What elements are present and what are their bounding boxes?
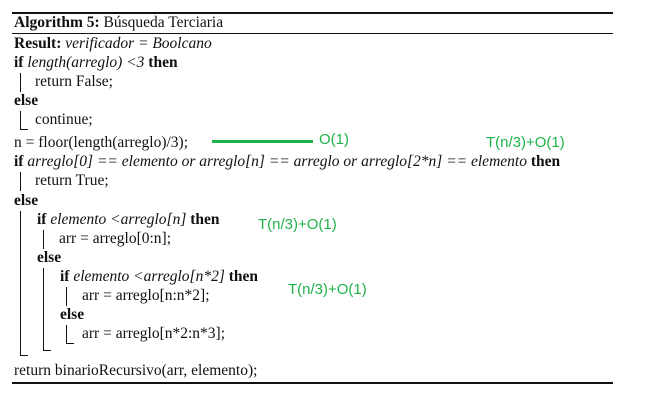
if-elemento2-condition: elemento <arreglo[n*2]: [73, 268, 225, 285]
then-keyword: then: [148, 54, 178, 71]
annotation-t3: T(n/3)+O(1): [288, 281, 367, 298]
block-bar: [20, 211, 21, 356]
if-keyword: if: [60, 268, 70, 285]
if-length-condition: length(arreglo) <3: [27, 54, 145, 71]
if-keyword: if: [14, 54, 24, 71]
if-keyword: if: [37, 211, 47, 228]
arr-assign-1: arr = arreglo[0:n];: [59, 230, 172, 247]
else-keyword: else: [14, 192, 39, 209]
if-length-line: if length(arreglo) <3 then: [14, 54, 178, 72]
block-bar: [20, 172, 21, 191]
else-keyword: else: [37, 249, 62, 266]
annotation-t1: T(n/3)+O(1): [486, 134, 565, 151]
algorithm-header: Algorithm 5: Búsqueda Terciaria: [14, 14, 223, 32]
then-keyword: then: [530, 153, 561, 170]
result-line: Result: verificador = Boolcano: [14, 35, 212, 53]
block-bar: [20, 111, 21, 130]
else-keyword: else: [60, 306, 85, 323]
annotation-arrow: [212, 140, 313, 143]
return-true-line: return True;: [35, 172, 109, 189]
if-elemento-line: if elemento <arreglo[n] then: [37, 211, 220, 229]
continue-line: continue;: [35, 111, 93, 128]
block-end: [43, 350, 51, 351]
return-false-line: return False;: [35, 73, 113, 90]
block-bar: [43, 230, 44, 249]
arr-assign-3: arr = arreglo[n*2:n*3];: [82, 325, 226, 342]
if-keyword: if: [14, 153, 24, 170]
return-recursive-line: return binarioRecursivo(arr, elemento);: [14, 362, 258, 379]
then-keyword: then: [228, 268, 259, 285]
block-bar: [66, 325, 67, 344]
block-end: [20, 355, 28, 356]
then-keyword: then: [190, 211, 220, 228]
if-arreglo-condition: arreglo[0] == elemento or arreglo[n] == …: [27, 153, 527, 170]
result-body: verificador = Boolcano: [65, 35, 212, 52]
bottom-rule: [12, 382, 613, 384]
else-keyword: else: [14, 92, 39, 109]
block-bar: [66, 287, 67, 306]
block-bar: [43, 268, 44, 351]
algorithm-title: Búsqueda Terciaria: [103, 14, 224, 31]
if-arreglo-line: if arreglo[0] == elemento or arreglo[n] …: [14, 153, 560, 171]
header-rule: [12, 33, 613, 34]
block-end: [66, 343, 74, 344]
block-end: [20, 129, 28, 130]
arr-assign-2: arr = arreglo[n:n*2];: [82, 287, 210, 304]
annotation-o1: O(1): [319, 131, 349, 148]
if-elemento2-line: if elemento <arreglo[n*2] then: [60, 268, 258, 286]
algorithm-label: Algorithm 5:: [14, 14, 100, 31]
n-assign-line: n = floor(length(arreglo)/3);: [14, 134, 189, 151]
annotation-t2: T(n/3)+O(1): [258, 216, 337, 233]
block-bar: [20, 73, 21, 92]
if-elemento-condition: elemento <arreglo[n]: [50, 211, 187, 228]
result-keyword: Result:: [14, 35, 62, 52]
